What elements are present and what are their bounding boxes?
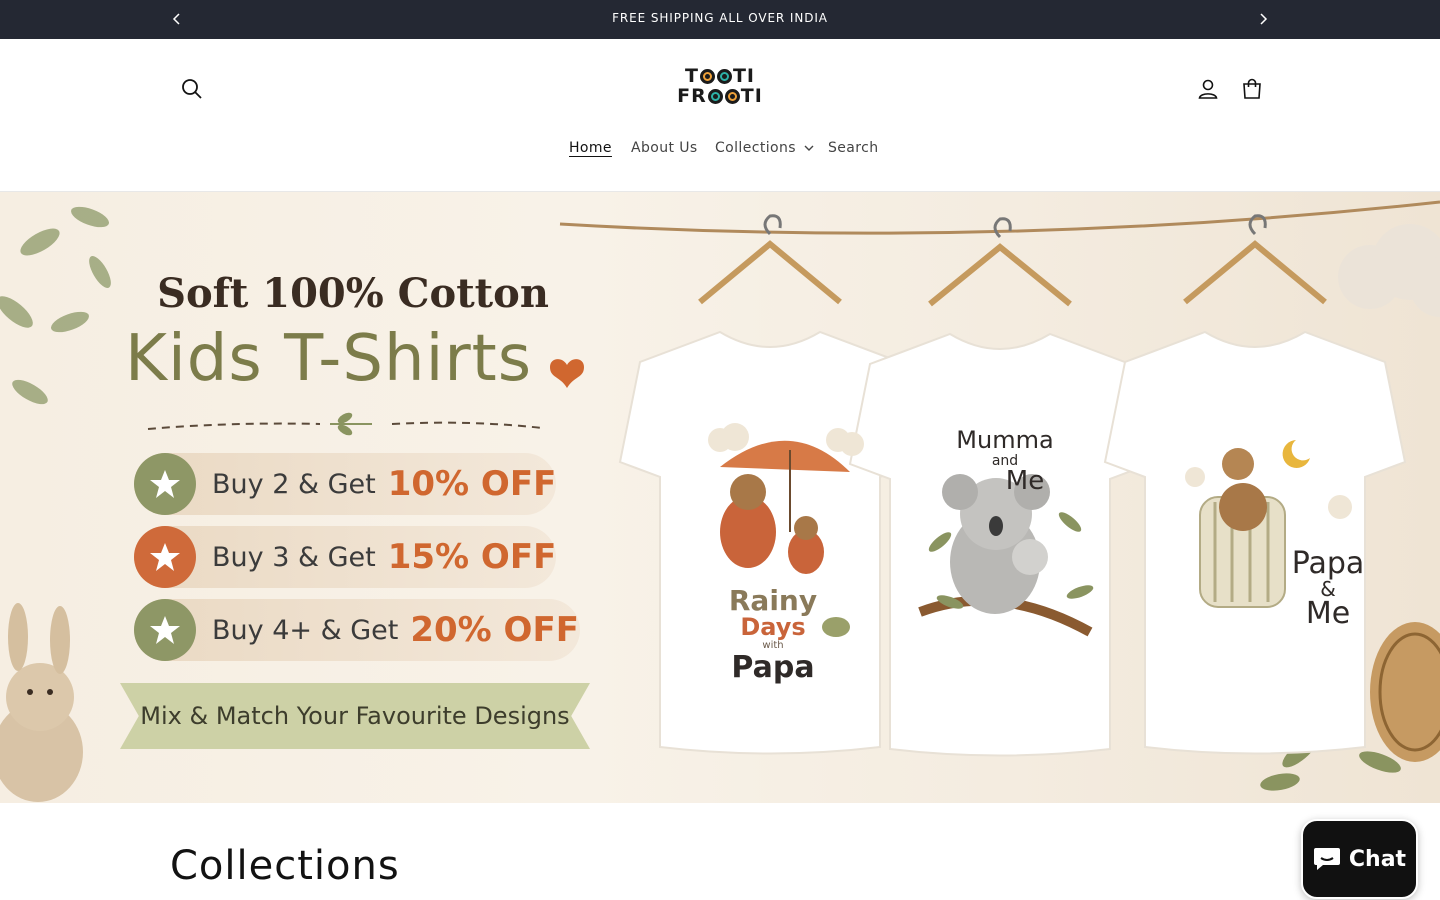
account-icon xyxy=(1198,79,1218,99)
shirt-2-line: Me xyxy=(1005,466,1045,496)
chat-label: Chat xyxy=(1348,846,1407,872)
offer-discount: 15% OFF xyxy=(387,537,557,577)
chevron-right-icon xyxy=(1260,13,1268,25)
star-icon xyxy=(134,453,196,515)
hero-headline-top: Soft 100% Cotton xyxy=(157,270,549,317)
nav-search[interactable]: Search xyxy=(828,140,879,156)
nav-home[interactable]: Home xyxy=(569,140,612,156)
offer-pill: Buy 4+ & Get 20% OFF xyxy=(134,599,580,661)
star-icon xyxy=(134,599,196,661)
chat-button[interactable]: Chat xyxy=(1301,819,1418,899)
shirt-2-line: Mumma xyxy=(956,426,1054,454)
offer-label: Buy 3 & Get xyxy=(212,541,376,573)
nav-collections[interactable]: Collections xyxy=(715,140,814,156)
hero-headline-main: Kids T-Shirts xyxy=(125,322,533,396)
chat-bubble-icon xyxy=(1313,848,1340,870)
ribbon-text: Mix & Match Your Favourite Designs xyxy=(140,702,570,730)
announcement-bar: FREE SHIPPING ALL OVER INDIA xyxy=(0,0,1440,39)
shirt-2-text: Mumma and Me xyxy=(950,428,1060,494)
star-icon xyxy=(134,526,196,588)
cart-icon xyxy=(1243,78,1261,99)
site-logo[interactable]: T TI FR TI xyxy=(669,66,771,112)
offer-label: Buy 4+ & Get xyxy=(212,614,399,646)
shirt-1-line: Papa xyxy=(731,650,815,685)
shirt-3-text: Papa & Me xyxy=(1288,549,1368,629)
collections-heading: Collections xyxy=(170,843,400,889)
hero-banner[interactable]: Soft 100% Cotton Kids T-Shirts Buy 2 & G… xyxy=(0,192,1440,803)
chevron-down-icon xyxy=(804,145,814,151)
offer-discount: 10% OFF xyxy=(387,464,557,504)
shirt-1-line: Rainy xyxy=(728,584,818,617)
logo-line-2: FR TI xyxy=(677,85,763,107)
offer-label: Buy 2 & Get xyxy=(212,468,376,500)
offer-pill: Buy 2 & Get 10% OFF xyxy=(134,453,556,515)
offer-pill: Buy 3 & Get 15% OFF xyxy=(134,526,556,588)
announcement-text: FREE SHIPPING ALL OVER INDIA xyxy=(612,11,828,25)
offer-discount: 20% OFF xyxy=(410,610,579,650)
announcement-next-button[interactable] xyxy=(1253,9,1273,29)
shirt-3-line: Papa xyxy=(1291,546,1365,581)
site-header: T TI FR TI Home About Us Collections Searc… xyxy=(0,39,1440,192)
main-nav: Home About Us Collections Search xyxy=(0,140,1440,162)
shirt-1-text: Rainy Days with Papa xyxy=(718,587,828,683)
account-button[interactable] xyxy=(1188,69,1228,109)
shirt-1-line: Days xyxy=(740,613,806,641)
search-icon xyxy=(182,79,202,99)
shirt-3-line: Me xyxy=(1305,596,1351,631)
cart-button[interactable] xyxy=(1232,69,1272,109)
header-search-button[interactable] xyxy=(172,69,212,109)
logo-line-1: T TI xyxy=(685,65,755,87)
nav-about-us[interactable]: About Us xyxy=(631,140,698,156)
nav-collections-label: Collections xyxy=(715,140,796,156)
hero-ribbon: Mix & Match Your Favourite Designs xyxy=(120,683,590,749)
